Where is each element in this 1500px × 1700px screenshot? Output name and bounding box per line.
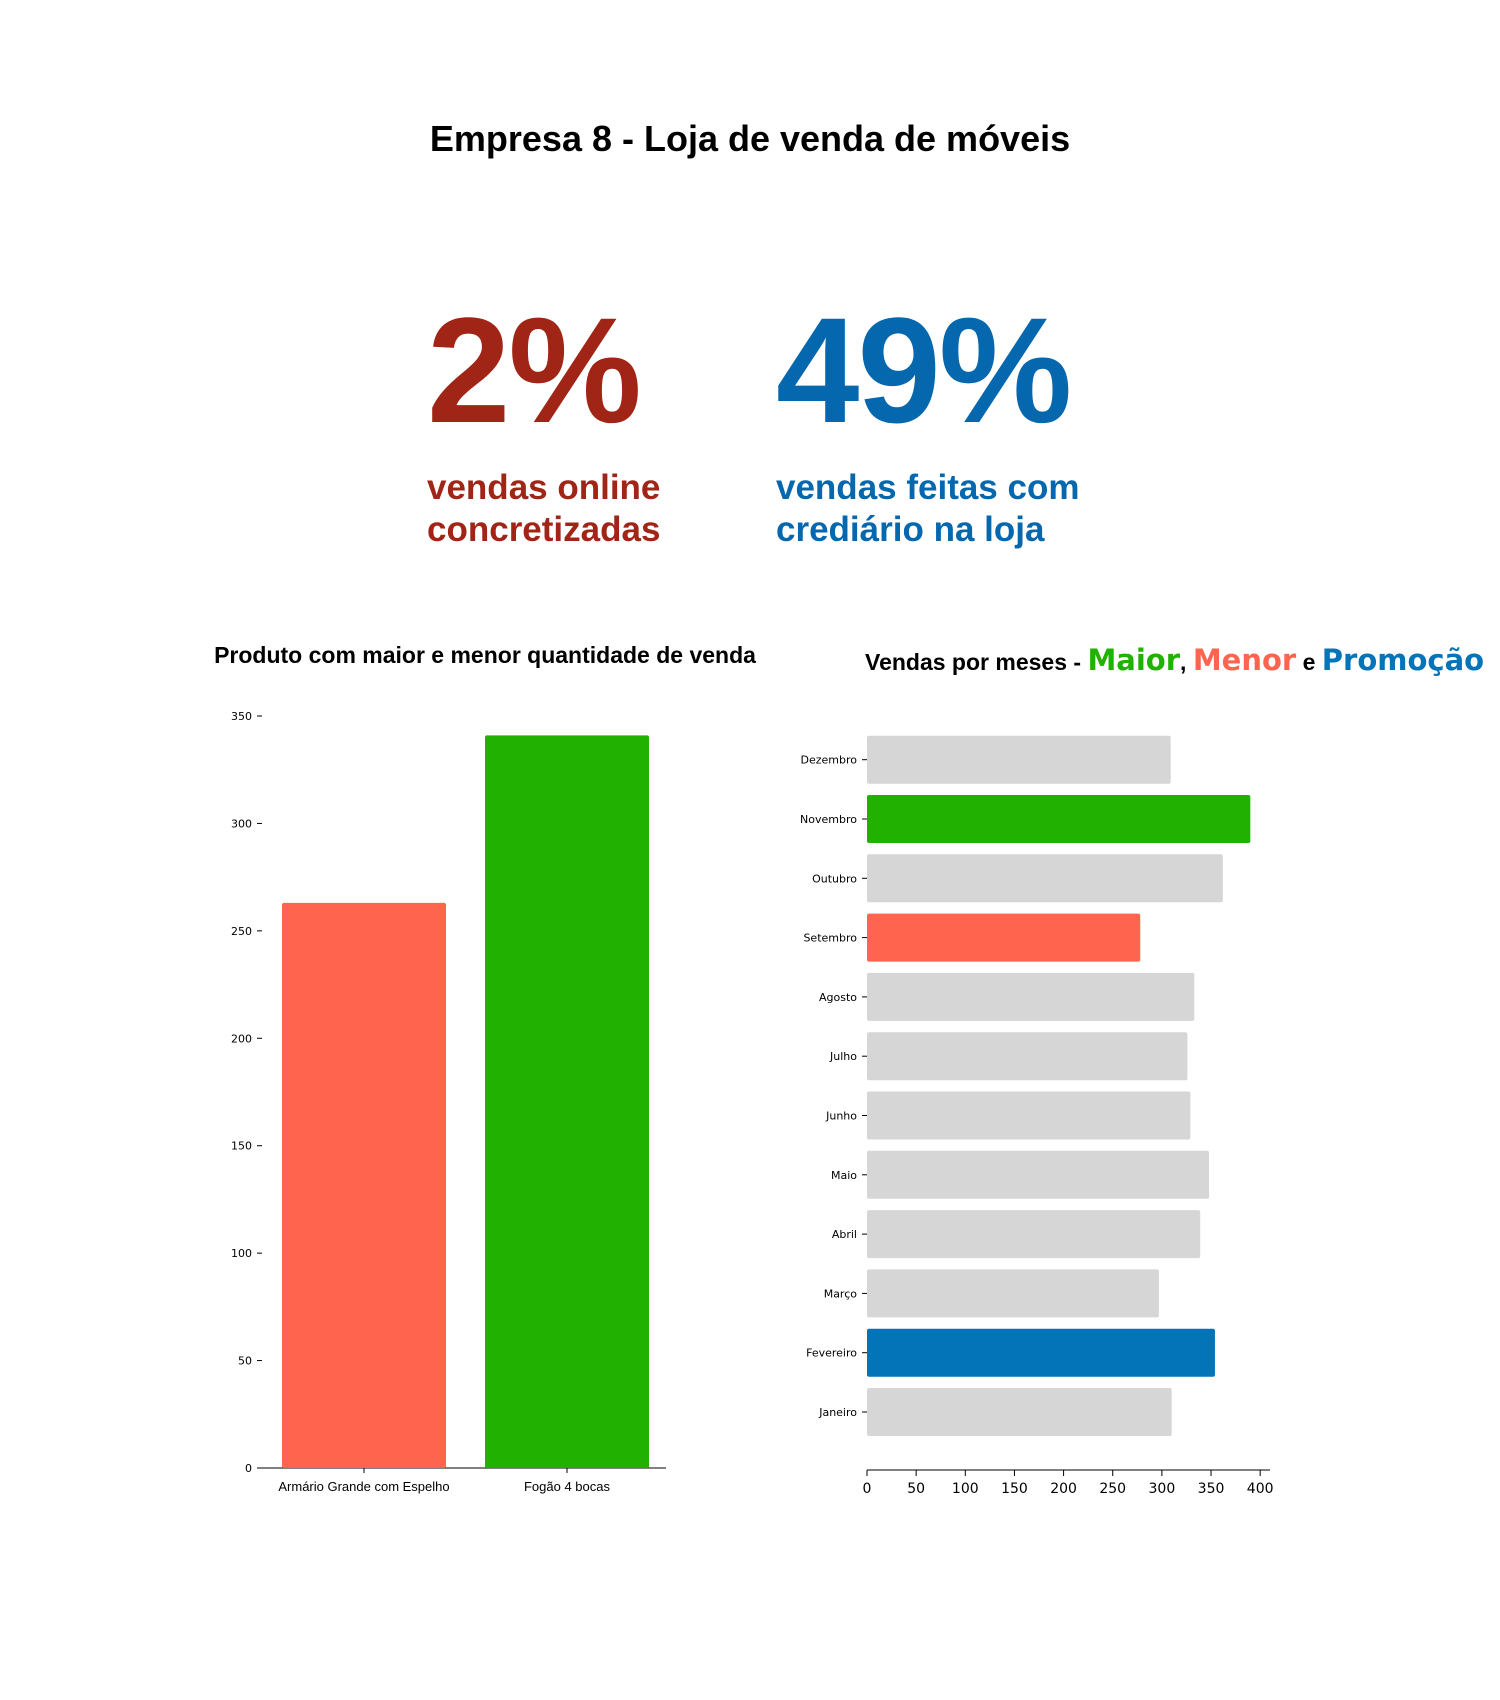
y-tick-label: 150 (231, 1140, 252, 1153)
y-tick-label: 50 (238, 1355, 252, 1368)
month-label: Junho (825, 1110, 857, 1123)
x-tick-label: 100 (952, 1481, 979, 1497)
x-tick-label: 400 (1247, 1481, 1274, 1497)
product-bar-chart: 0 50 100 150 200 250 300 350 Armário Grande com … (231, 710, 666, 1494)
x-tick-label: 50 (907, 1481, 925, 1497)
y-tick-label: 100 (231, 1247, 252, 1260)
x-tick-label: 200 (1050, 1481, 1077, 1497)
month-label: Abril (832, 1228, 857, 1241)
month-label: Dezembro (801, 754, 858, 767)
month-bar (867, 795, 1251, 843)
x-tick-label: 250 (1099, 1481, 1126, 1497)
month-label: Setembro (803, 932, 857, 945)
x-tick-label: 0 (863, 1481, 872, 1497)
month-bar (867, 913, 1141, 962)
month-label: Outubro (812, 872, 857, 885)
month-bar (867, 972, 1195, 1021)
monthly-bar-chart: 0 50 100 150 200 250 300 350 400 Janeiro Fevereiro… (800, 735, 1274, 1497)
month-label: Março (824, 1287, 858, 1300)
product-bar (485, 735, 649, 1468)
product-category-label: Armário Grande com Espelho (278, 1479, 449, 1494)
month-bar (867, 1269, 1159, 1318)
y-tick-label: 350 (231, 710, 252, 723)
month-bar (867, 854, 1223, 903)
y-tick-label: 200 (231, 1032, 252, 1045)
month-label: Julho (829, 1050, 857, 1063)
month-bar (867, 735, 1171, 784)
product-category-label: Fogão 4 bocas (524, 1479, 611, 1494)
month-bar (867, 1032, 1188, 1081)
month-label: Novembro (800, 813, 857, 826)
month-label: Maio (831, 1169, 857, 1182)
x-tick-label: 150 (1001, 1481, 1028, 1497)
month-bar (867, 1091, 1191, 1140)
month-bar (867, 1150, 1210, 1199)
y-tick-label: 300 (231, 817, 252, 830)
month-label: Fevereiro (806, 1347, 857, 1360)
y-tick-label: 0 (245, 1462, 252, 1475)
x-tick-label: 300 (1149, 1481, 1176, 1497)
y-tick-label: 250 (231, 925, 252, 938)
month-bar (867, 1210, 1201, 1259)
month-label: Agosto (819, 991, 857, 1004)
charts-canvas: 0 50 100 150 200 250 300 350 Armário Grande com … (231, 710, 1274, 1497)
month-label: Janeiro (818, 1406, 857, 1419)
month-bar (867, 1328, 1215, 1377)
month-bar (867, 1388, 1172, 1436)
product-bar (282, 902, 446, 1468)
x-tick-label: 350 (1198, 1481, 1225, 1497)
